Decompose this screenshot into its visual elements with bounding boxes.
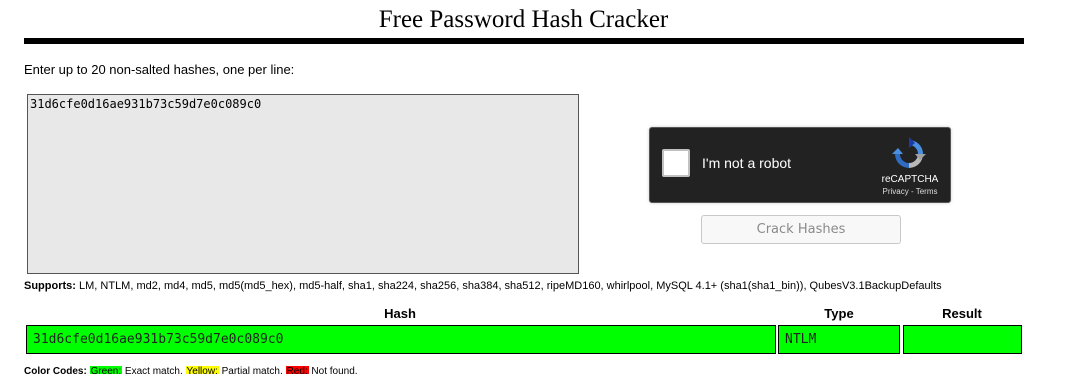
recaptcha-privacy-link[interactable]: Privacy (883, 187, 909, 196)
instructions-text: Enter up to 20 non-salted hashes, one pe… (24, 62, 295, 77)
recaptcha-terms-link[interactable]: Terms (916, 187, 938, 196)
legend-green: Green: (89, 366, 123, 374)
supports-list: LM, NTLM, md2, md4, md5, md5(md5_hex), m… (75, 280, 942, 292)
result-value-cell (903, 325, 1022, 354)
title-divider (24, 38, 1024, 44)
recaptcha-link-separator: - (908, 187, 916, 196)
crack-hashes-button[interactable]: Crack Hashes (701, 215, 901, 244)
column-header-result: Result (942, 306, 982, 321)
result-hash-cell: 31d6cfe0d16ae931b73c59d7e0c089c0 (26, 325, 776, 354)
page: Free Password Hash Cracker Enter up to 2… (0, 0, 1067, 374)
column-header-hash: Hash (384, 306, 416, 321)
legend-label: Color Codes: (24, 366, 87, 374)
recaptcha-logo-icon (892, 137, 926, 168)
legend-red-text: Not found. (308, 366, 358, 374)
supports-text: Supports: LM, NTLM, md2, md4, md5, md5(m… (24, 280, 942, 293)
recaptcha-checkbox[interactable] (662, 149, 690, 177)
legend-red: Red: (285, 366, 309, 374)
hash-input[interactable] (27, 94, 579, 274)
legend-yellow-text: Partial match, (218, 366, 286, 374)
column-header-type: Type (824, 306, 854, 321)
color-legend: Color Codes: Green: Exact match, Yellow:… (24, 366, 358, 374)
recaptcha-label: I'm not a robot (702, 155, 792, 171)
recaptcha-links: Privacy - Terms (868, 187, 952, 197)
legend-green-text: Exact match, (122, 366, 186, 374)
page-title: Free Password Hash Cracker (378, 6, 669, 33)
recaptcha-brand: reCAPTCHA (881, 174, 939, 185)
legend-yellow: Yellow: (185, 366, 219, 374)
supports-label: Supports: (24, 280, 76, 292)
result-type-cell: NTLM (778, 325, 900, 354)
recaptcha-widget: I'm not a robot reCAPTCHA Privacy - Term… (649, 127, 951, 203)
